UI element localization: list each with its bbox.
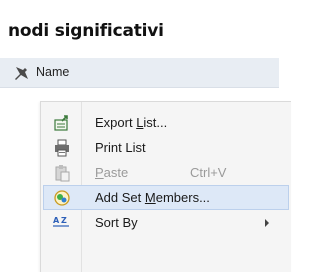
pin-icon[interactable] (12, 65, 30, 81)
submenu-arrow-icon (265, 219, 269, 227)
export-list-icon (54, 115, 68, 131)
sort-az-icon: A Z (53, 216, 69, 227)
add-set-members-icon (54, 190, 70, 206)
printer-icon (55, 139, 69, 157)
svg-text:A: A (53, 216, 60, 225)
menu-item-print-list[interactable]: Print List (43, 135, 289, 160)
menu-item-add-set-members[interactable]: Add Set Members... (43, 185, 289, 210)
menu-item-sort-by[interactable]: A Z Sort By (43, 210, 289, 235)
svg-text:Z: Z (61, 216, 67, 225)
paste-shortcut: Ctrl+V (190, 165, 227, 180)
paste-icon (55, 165, 70, 182)
column-name-header[interactable]: Name (36, 65, 69, 79)
context-menu: Export List... Print List Paste Ctrl+V A… (40, 101, 291, 272)
menu-item-export-list[interactable]: Export List... (43, 110, 289, 135)
page-title: nodi significativi (8, 21, 164, 41)
column-header-row: Name (0, 58, 279, 88)
menu-item-paste[interactable]: Paste Ctrl+V (43, 160, 289, 185)
